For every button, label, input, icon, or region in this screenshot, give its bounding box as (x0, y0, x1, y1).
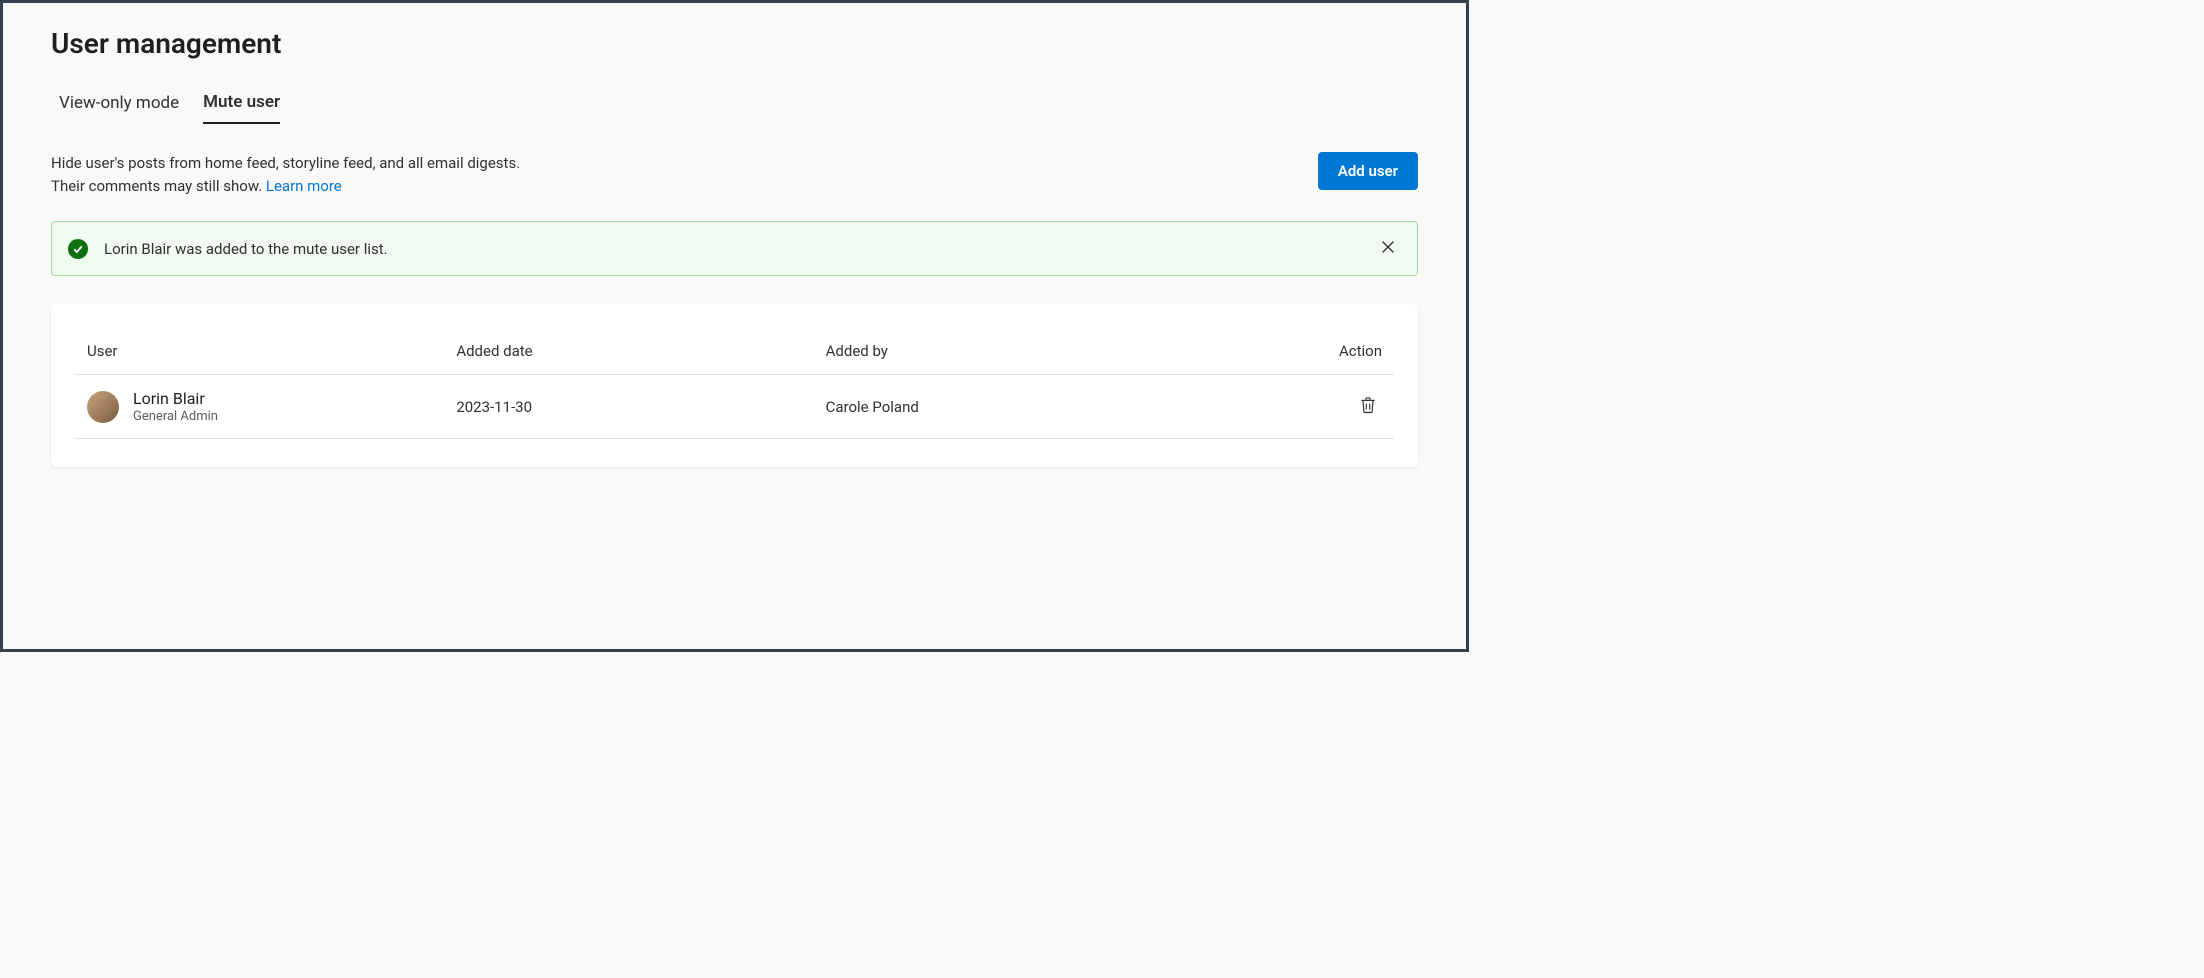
delete-user-button[interactable] (1354, 391, 1382, 422)
tabs: View-only mode Mute user (51, 92, 1418, 124)
user-table: User Added date Added by Action Lorin Bl… (75, 328, 1394, 439)
page-title: User management (51, 27, 1418, 60)
cell-added-by: Carole Poland (814, 375, 1262, 439)
user-table-card: User Added date Added by Action Lorin Bl… (51, 304, 1418, 467)
check-circle-icon (68, 239, 88, 259)
column-header-added-date[interactable]: Added date (444, 328, 813, 375)
learn-more-link[interactable]: Learn more (266, 177, 342, 195)
description-line1: Hide user's posts from home feed, storyl… (51, 154, 520, 172)
table-row: Lorin Blair General Admin 2023-11-30 Car… (75, 375, 1394, 439)
column-header-user[interactable]: User (75, 328, 444, 375)
success-banner: Lorin Blair was added to the mute user l… (51, 221, 1418, 276)
cell-added-date: 2023-11-30 (444, 375, 813, 439)
user-role: General Admin (133, 409, 218, 424)
user-name: Lorin Blair (133, 389, 218, 408)
add-user-button[interactable]: Add user (1318, 152, 1418, 190)
avatar (87, 391, 119, 423)
column-header-action: Action (1262, 328, 1394, 375)
banner-close-button[interactable] (1375, 234, 1401, 263)
tab-mute-user[interactable]: Mute user (203, 92, 280, 124)
description-line2: Their comments may still show. (51, 177, 266, 195)
column-header-added-by[interactable]: Added by (814, 328, 1262, 375)
description-text: Hide user's posts from home feed, storyl… (51, 152, 520, 197)
banner-message: Lorin Blair was added to the mute user l… (104, 240, 1375, 258)
tab-view-only-mode[interactable]: View-only mode (59, 92, 179, 124)
trash-icon (1358, 403, 1378, 418)
close-icon (1379, 238, 1397, 259)
